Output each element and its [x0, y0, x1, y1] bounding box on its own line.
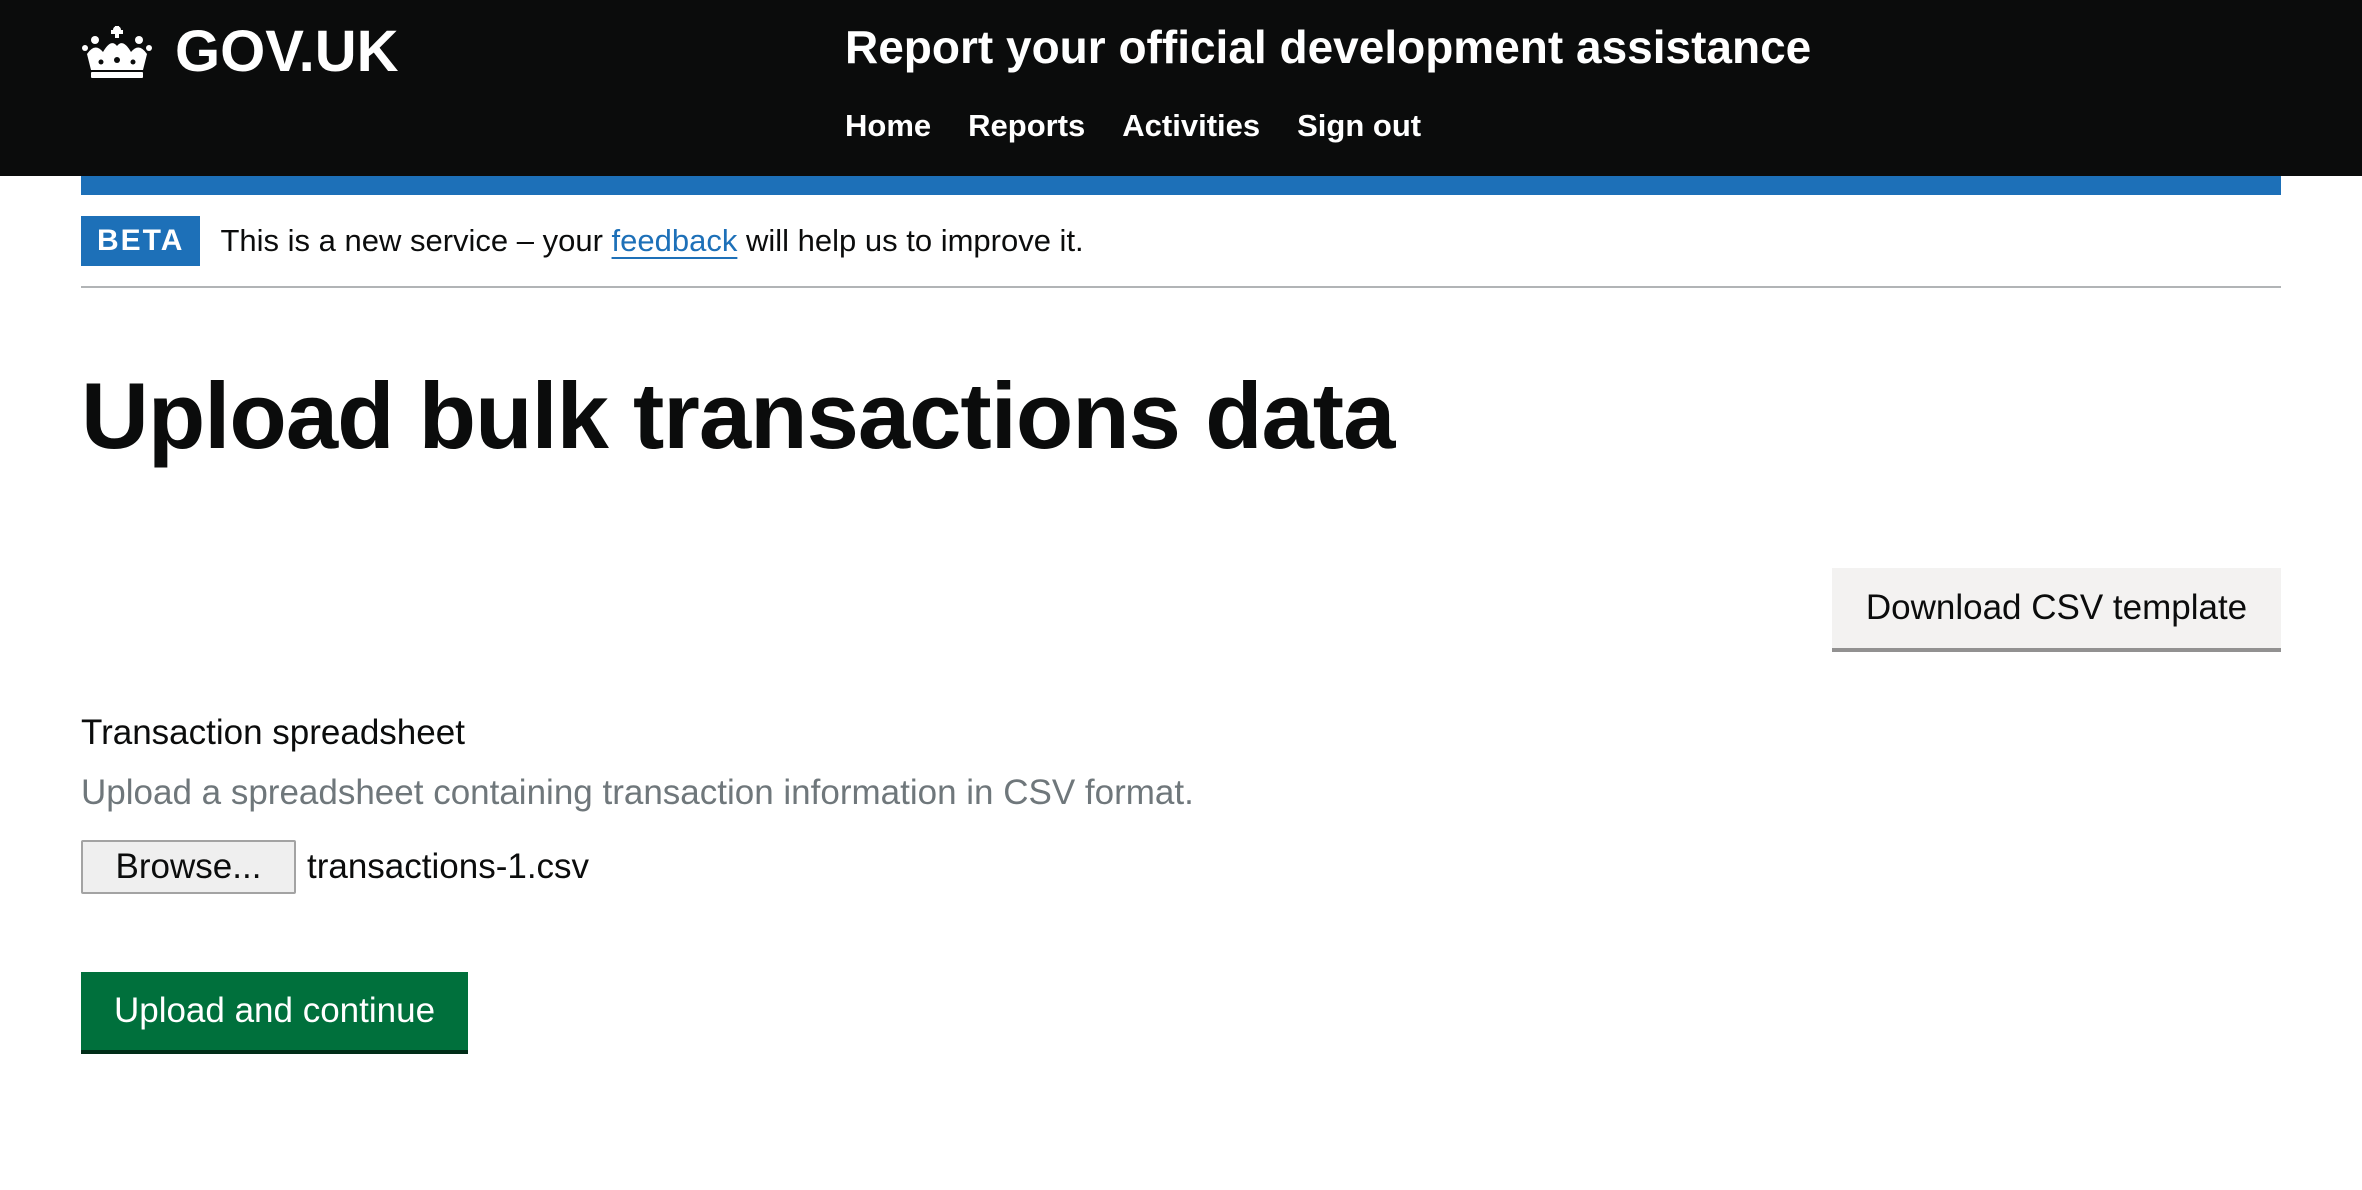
logo-text: GOV.UK	[175, 19, 399, 84]
nav-link-reports[interactable]: Reports	[968, 104, 1085, 148]
primary-navigation: Home Reports Activities Sign out	[845, 104, 1458, 148]
file-input: Browse... transactions-1.csv	[81, 840, 1194, 894]
nav-link-home[interactable]: Home	[845, 104, 931, 148]
site-header: GOV.UK Report your official development …	[0, 0, 2362, 176]
download-csv-template-button[interactable]: Download CSV template	[1832, 568, 2281, 648]
beta-tag: BETA	[81, 216, 201, 266]
upload-form-group: Transaction spreadsheet Upload a spreads…	[81, 708, 1194, 894]
selected-file-name: transactions-1.csv	[307, 847, 590, 886]
phase-text-after: will help us to improve it.	[737, 223, 1084, 258]
govuk-logo-link[interactable]: GOV.UK	[81, 18, 398, 85]
upload-and-continue-button[interactable]: Upload and continue	[81, 972, 468, 1050]
service-name-link[interactable]: Report your official development assista…	[845, 18, 1811, 76]
phase-banner: BETA This is a new service – your feedba…	[81, 216, 2281, 288]
nav-link-sign-out[interactable]: Sign out	[1297, 104, 1421, 148]
upload-hint: Upload a spreadsheet containing transact…	[81, 773, 1194, 812]
phase-banner-text: This is a new service – your feedback wi…	[220, 216, 1083, 266]
header-accent-bar	[81, 176, 2281, 195]
phase-text-before: This is a new service – your	[220, 223, 612, 258]
feedback-link[interactable]: feedback	[612, 223, 738, 258]
crown-icon	[82, 25, 152, 78]
page-title: Upload bulk transactions data	[81, 363, 1395, 468]
upload-label: Transaction spreadsheet	[81, 713, 465, 752]
nav-link-activities[interactable]: Activities	[1122, 104, 1260, 148]
browse-button[interactable]: Browse...	[81, 840, 296, 894]
